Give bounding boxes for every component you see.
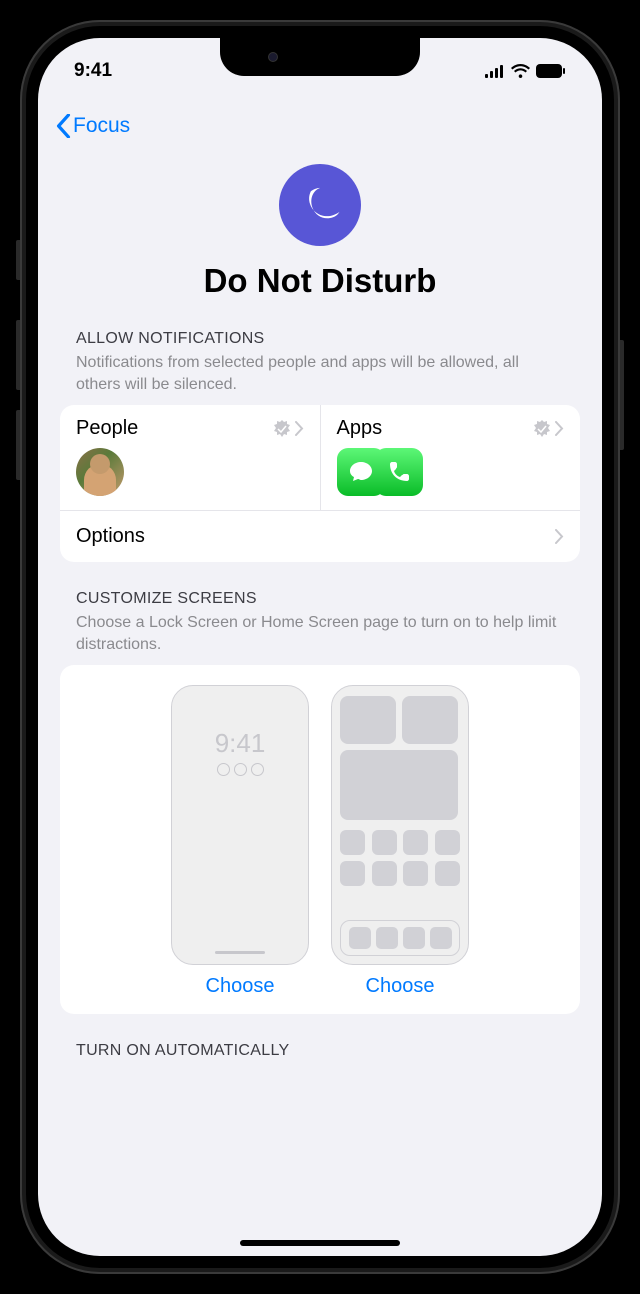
choose-lock-button[interactable]: Choose	[206, 975, 275, 998]
chevron-left-icon	[56, 114, 71, 138]
cellular-icon	[485, 65, 505, 78]
people-cell[interactable]: People	[60, 405, 321, 510]
lock-screen-preview: 9:41 Choose	[171, 685, 309, 998]
lock-time-preview: 9:41	[180, 728, 300, 759]
choose-home-button[interactable]: Choose	[366, 975, 435, 998]
screens-header: CUSTOMIZE SCREENS	[60, 590, 580, 608]
people-apps-row: People Apps	[60, 405, 580, 510]
dock-preview	[340, 920, 460, 956]
lock-home-indicator	[215, 951, 265, 954]
home-indicator[interactable]	[240, 1240, 400, 1246]
front-camera	[268, 52, 278, 62]
power-button	[620, 340, 624, 450]
moon-icon	[298, 183, 342, 227]
contact-avatar	[76, 448, 124, 496]
allowed-apps	[337, 448, 565, 496]
hero: Do Not Disturb	[38, 154, 602, 330]
dnd-icon	[279, 164, 361, 246]
messages-app-icon	[337, 448, 385, 496]
content: Focus Do Not Disturb ALLOW NOTIFICATIONS…	[38, 38, 602, 1256]
wifi-icon	[511, 64, 530, 78]
battery-icon	[536, 64, 566, 78]
options-row[interactable]: Options	[60, 510, 580, 562]
options-label: Options	[76, 525, 145, 548]
notifications-header: ALLOW NOTIFICATIONS	[60, 330, 580, 348]
notifications-desc: Notifications from selected people and a…	[60, 352, 580, 405]
chevron-right-icon	[555, 421, 564, 436]
verified-badge-icon	[273, 420, 291, 438]
automatic-header: TURN ON AUTOMATICALLY	[38, 1042, 602, 1060]
screens-desc: Choose a Lock Screen or Home Screen page…	[60, 612, 580, 665]
apps-label: Apps	[337, 417, 383, 440]
status-indicators	[485, 52, 566, 78]
volume-down-button	[16, 410, 20, 480]
home-screen-thumbnail[interactable]	[331, 685, 469, 965]
screens-container: 9:41 Choose	[60, 665, 580, 1014]
screens-section: CUSTOMIZE SCREENS Choose a Lock Screen o…	[38, 590, 602, 1014]
back-button[interactable]: Focus	[56, 114, 130, 138]
lock-widgets-preview	[180, 763, 300, 776]
lock-screen-thumbnail[interactable]: 9:41	[171, 685, 309, 965]
screen: 9:41 Focus Do Not Disturb	[38, 38, 602, 1256]
people-label: People	[76, 417, 138, 440]
mute-switch	[16, 240, 20, 280]
apps-cell[interactable]: Apps	[321, 405, 581, 510]
chevron-right-icon	[295, 421, 304, 436]
verified-badge-icon	[533, 420, 551, 438]
screens-card: 9:41 Choose	[60, 665, 580, 1014]
chevron-right-icon	[555, 529, 564, 544]
volume-up-button	[16, 320, 20, 390]
status-time: 9:41	[74, 48, 112, 82]
notifications-card: People Apps	[60, 405, 580, 562]
nav-bar: Focus	[38, 108, 602, 154]
page-title: Do Not Disturb	[38, 262, 602, 300]
back-label: Focus	[73, 114, 130, 138]
home-screen-preview: Choose	[331, 685, 469, 998]
phone-frame: 9:41 Focus Do Not Disturb	[20, 20, 620, 1274]
notch	[220, 38, 420, 76]
notifications-section: ALLOW NOTIFICATIONS Notifications from s…	[38, 330, 602, 562]
